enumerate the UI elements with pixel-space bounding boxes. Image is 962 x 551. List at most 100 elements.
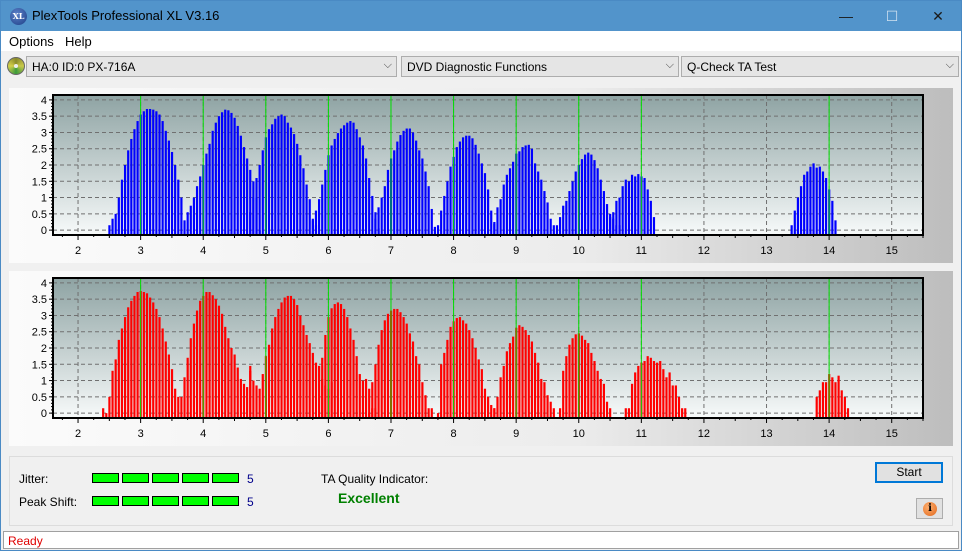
data-bar [574,171,577,235]
test-select[interactable]: Q-Check TA Test ⌵ [681,56,959,77]
data-bar [214,122,217,235]
data-bar [217,116,221,235]
data-bar [815,396,818,418]
function-group-select[interactable]: DVD Diagnostic Functions ⌵ [401,56,679,77]
data-bar [621,186,624,235]
data-bar [311,218,314,235]
data-bar [415,140,418,235]
x-tick-label: 6 [325,428,331,440]
x-tick-label: 2 [75,428,81,440]
data-bar [192,197,196,235]
data-bar [361,380,365,418]
data-bar [280,114,283,235]
data-bar [580,159,584,235]
data-bar [681,408,684,418]
data-bar [618,197,621,235]
data-bar [405,128,408,235]
data-bar [246,387,249,418]
data-bar [415,356,418,418]
close-button[interactable]: ✕ [915,1,961,31]
data-bar [480,163,483,235]
x-tick-label: 8 [451,428,457,440]
info-icon: i [923,502,937,516]
y-tick-label: 3 [41,310,47,322]
data-bar [408,333,411,418]
data-bar [149,109,152,235]
data-bar [155,111,158,235]
data-bar [806,171,809,235]
y-tick-label: 2.5 [32,144,47,156]
data-bar [411,132,415,235]
menu-help[interactable]: Help [65,34,92,49]
data-bar [527,334,530,418]
data-bar [468,330,471,418]
data-bar [527,144,530,235]
data-bar [402,130,405,235]
data-bar [393,150,396,235]
data-bar [546,395,549,418]
data-bar [305,334,308,418]
data-bar [133,129,136,235]
data-bar [818,166,821,235]
data-bar [490,404,493,418]
data-bar [637,365,640,418]
data-bar [255,385,258,418]
data-bar [518,151,521,235]
start-button[interactable]: Start [875,462,943,483]
x-tick-label: 9 [513,245,519,257]
drive-select[interactable]: HA:0 ID:0 PX-716A ⌵ [26,56,397,77]
status-text: Ready [8,534,43,548]
data-bar [471,338,474,418]
data-bar [199,300,202,418]
data-bar [831,200,834,235]
data-bar [117,339,120,418]
data-bar [458,141,462,235]
data-bar [355,129,358,235]
data-bar [377,207,380,235]
info-button[interactable]: i [916,498,943,519]
data-bar [543,191,546,235]
data-bar [358,374,361,418]
data-bar [493,408,496,418]
data-bar [249,365,252,418]
data-bar [258,165,261,235]
data-bar [220,313,224,418]
data-bar [468,135,471,235]
data-bar [380,330,383,418]
data-bar [302,168,305,235]
function-group-value: DVD Diagnostic Functions [407,60,548,74]
data-bar [630,383,634,418]
maximize-button[interactable]: ☐ [869,1,915,31]
data-bar [821,171,825,235]
data-bar [821,382,825,418]
menu-options[interactable]: Options [9,34,54,49]
data-bar [599,179,602,235]
data-bar [584,154,587,235]
data-bar [571,181,574,235]
data-bar [461,320,465,418]
data-bar [483,388,487,418]
data-bar [164,130,167,235]
data-bar [374,218,377,235]
data-bar [399,312,402,418]
data-bar [189,338,192,418]
data-bar [555,225,559,235]
menu-bar: Options Help [1,31,961,51]
x-tick-label: 3 [138,245,144,257]
data-bar [796,197,800,235]
data-bar [496,207,499,235]
meter-segment [182,473,209,483]
data-bar [440,364,443,418]
data-bar [843,396,846,418]
chevron-down-icon: ⌵ [665,59,674,71]
minimize-button[interactable]: — [823,1,869,31]
data-bar [205,292,208,418]
data-bar [170,151,174,235]
data-bar [834,382,837,418]
data-bar [164,341,167,418]
data-bar [605,401,609,418]
data-bar [596,370,599,418]
data-bar [311,352,314,418]
data-bar [449,326,452,418]
meter-segment [182,496,209,506]
